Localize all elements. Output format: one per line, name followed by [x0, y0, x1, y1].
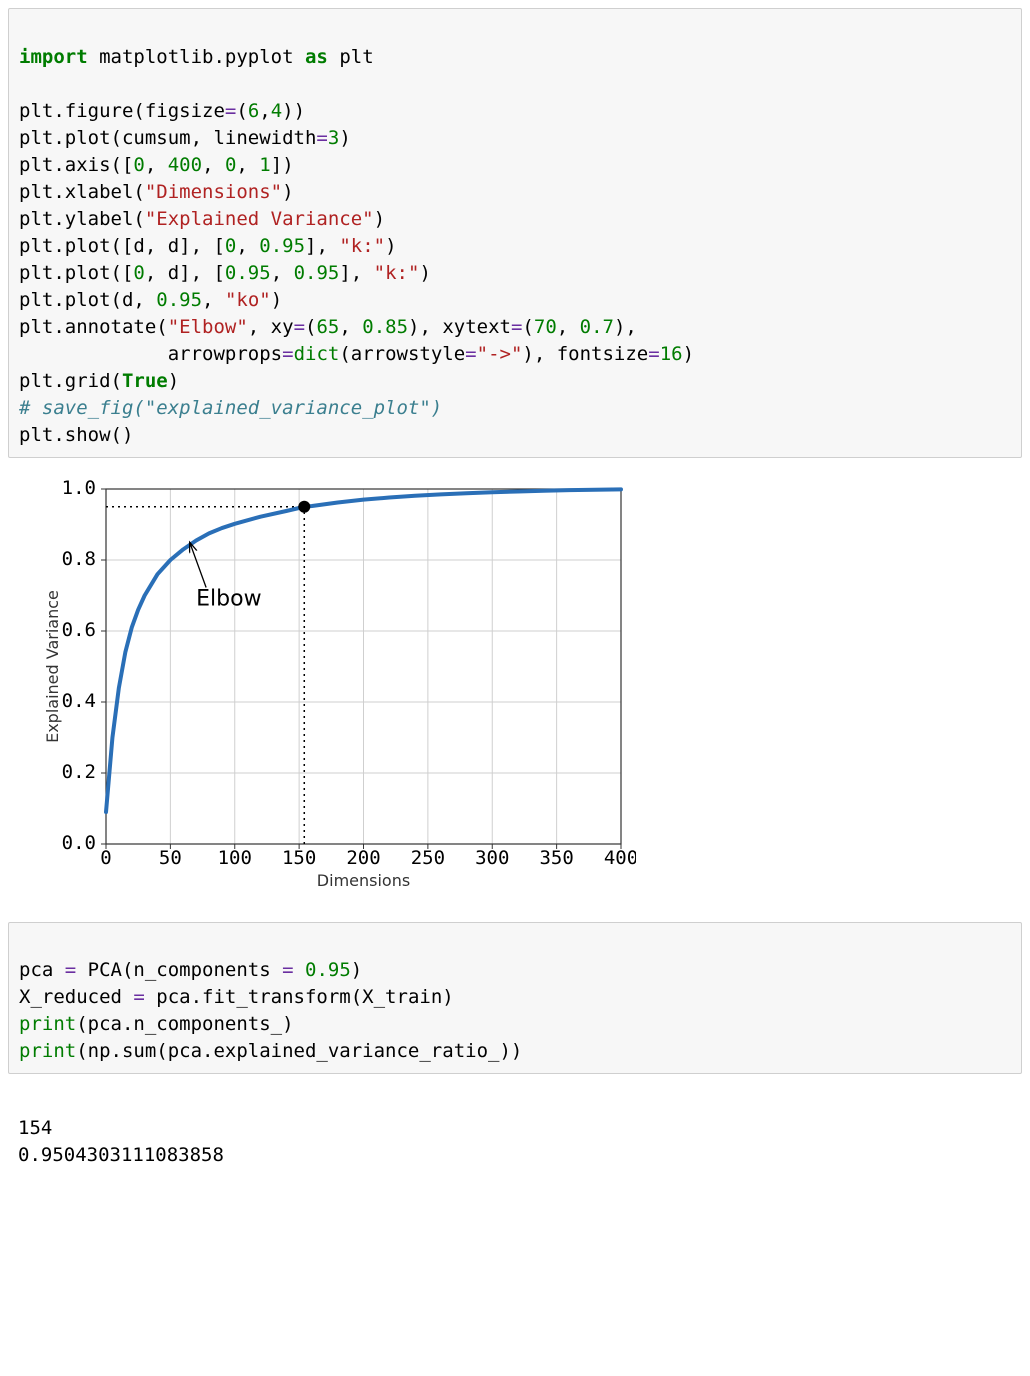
svg-text:Elbow: Elbow	[196, 586, 261, 611]
svg-text:300: 300	[475, 847, 509, 869]
svg-text:0.8: 0.8	[62, 548, 96, 570]
svg-text:0.6: 0.6	[62, 619, 96, 641]
svg-text:Explained Variance: Explained Variance	[43, 590, 62, 743]
code-cell-1: import matplotlib.pyplot as plt plt.figu…	[8, 8, 1022, 458]
svg-text:0.0: 0.0	[62, 832, 96, 854]
svg-text:Dimensions: Dimensions	[317, 871, 410, 890]
svg-text:400: 400	[604, 847, 636, 869]
svg-text:250: 250	[411, 847, 445, 869]
svg-text:0.4: 0.4	[62, 690, 96, 712]
output-text: 154 0.9504303111083858	[8, 1084, 1022, 1173]
svg-text:200: 200	[346, 847, 380, 869]
svg-text:100: 100	[218, 847, 252, 869]
svg-text:350: 350	[539, 847, 573, 869]
svg-text:0.2: 0.2	[62, 761, 96, 783]
svg-text:1.0: 1.0	[62, 477, 96, 499]
code-cell-2: pca = PCA(n_components = 0.95) X_reduced…	[8, 922, 1022, 1075]
svg-text:150: 150	[282, 847, 316, 869]
explained-variance-chart: 0 50 100 150 200 250 300 350 400 0.0 0.2 0.4 0.6 0.8 1…	[36, 474, 1022, 894]
svg-text:0: 0	[100, 847, 111, 869]
svg-text:50: 50	[159, 847, 182, 869]
